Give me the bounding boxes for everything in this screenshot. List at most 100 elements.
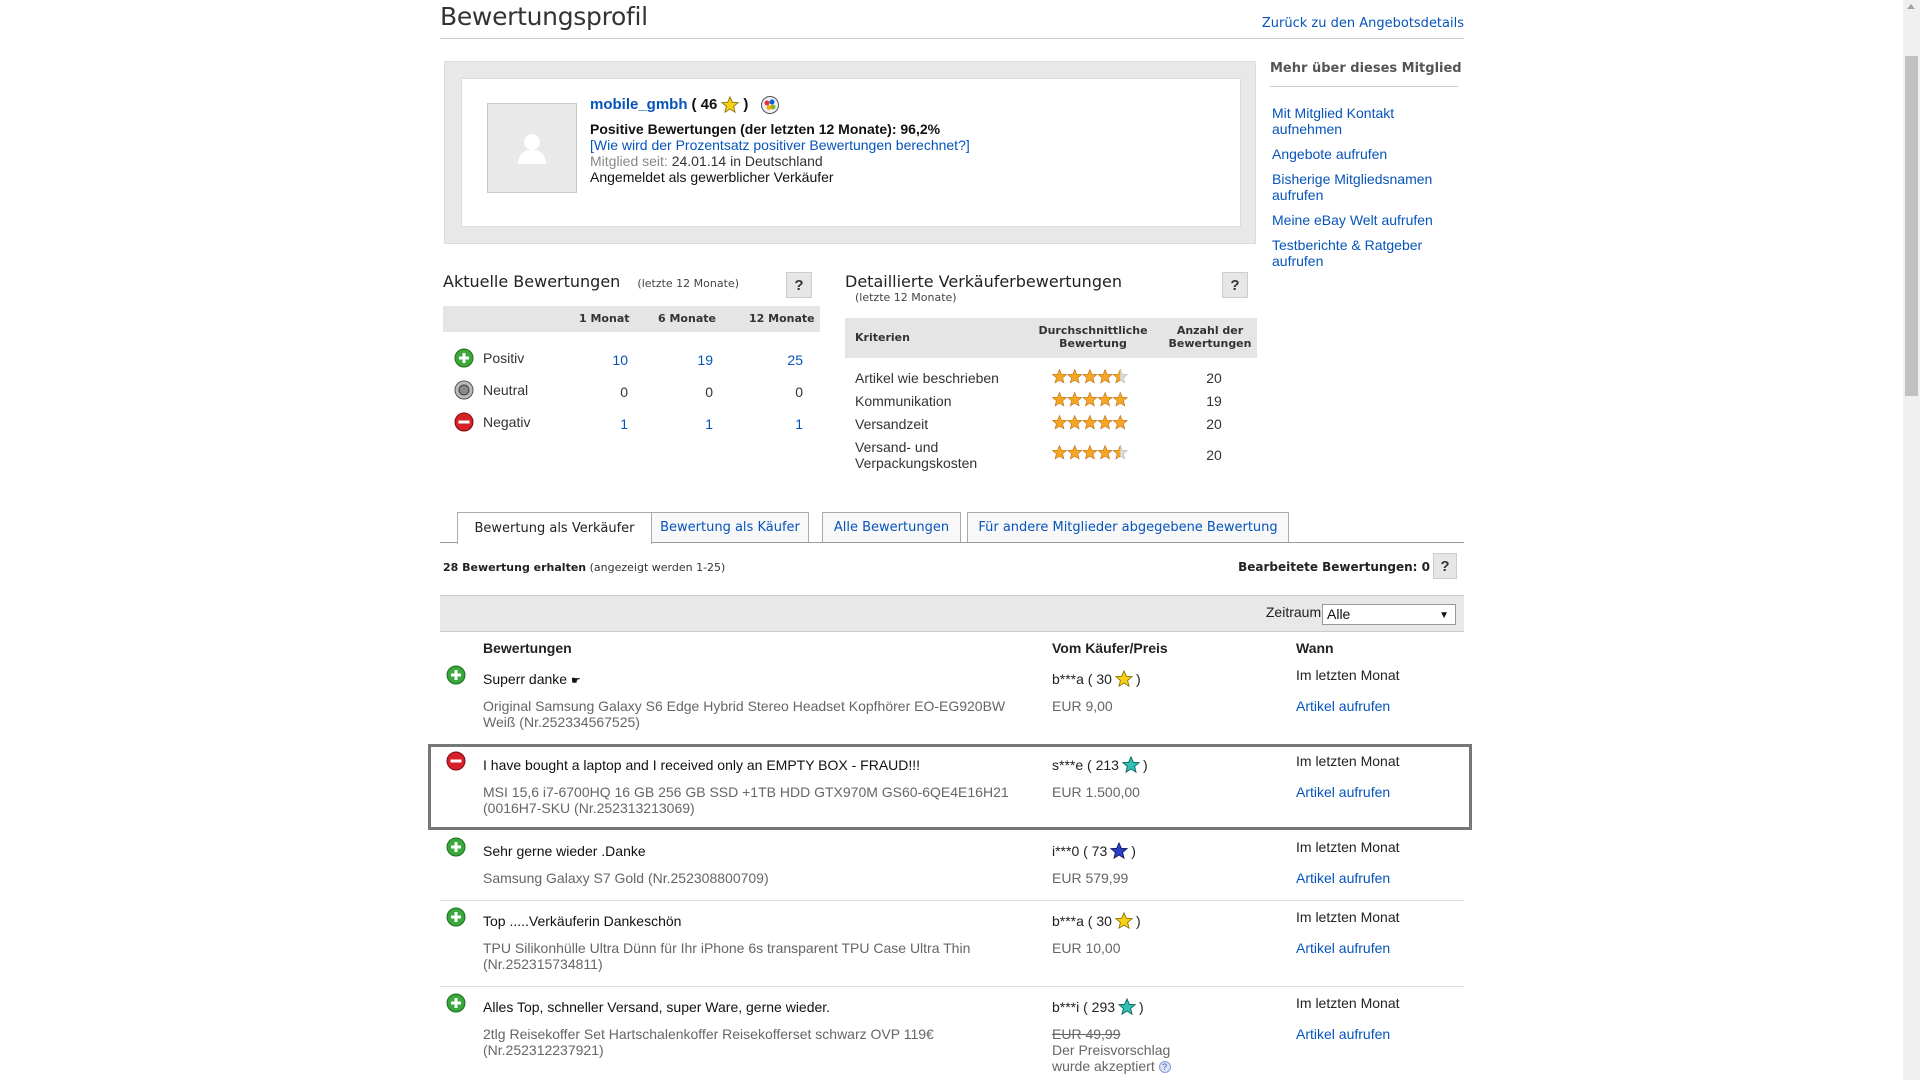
star-icon: [1051, 391, 1068, 407]
page-title: Bewertungsprofil: [440, 2, 648, 31]
member-since: Mitglied seit: 24.01.14 in Deutschland: [590, 153, 970, 169]
rating-stars: [1051, 391, 1129, 410]
more-divider: [1270, 86, 1458, 87]
star-icon: [1110, 842, 1129, 860]
tab-seller-feedback[interactable]: Bewertung als Verkäufer: [457, 512, 652, 544]
neutral-6m: 0: [705, 384, 713, 400]
detailed-row: Versandzeit 20: [845, 414, 1257, 436]
star-icon: [1066, 444, 1083, 460]
star-icon: [1112, 368, 1129, 384]
positive-1m[interactable]: 10: [598, 352, 628, 368]
negative-12m[interactable]: 1: [773, 416, 803, 432]
star-icon: [1097, 391, 1113, 407]
ebay-badge-icon: [761, 96, 780, 114]
feedback-count: 28 Bewertung erhalten (angezeigt werden …: [443, 561, 725, 574]
col-average-line2: Bewertung: [1059, 337, 1127, 350]
detailed-row: Versand- und Verpackungskosten 20: [845, 437, 1257, 473]
row-label: Negativ: [483, 414, 531, 430]
negative-6m[interactable]: 1: [683, 416, 713, 432]
view-item-link[interactable]: Artikel aufrufen: [1296, 940, 1390, 956]
view-listings-link[interactable]: Angebote aufrufen: [1272, 146, 1462, 162]
percentage-calc-link[interactable]: [Wie wird der Prozentsatz positiver Bewe…: [590, 137, 970, 153]
col-when: Wann: [1296, 640, 1334, 656]
tab-buyer-feedback[interactable]: Bewertung als Käufer: [651, 512, 809, 542]
tab-all-feedback[interactable]: Alle Bewertungen: [822, 512, 961, 542]
plus-circle-icon: [446, 993, 466, 1013]
filter-bar: Zeitraum: Alle ▼: [440, 595, 1464, 632]
avatar: [487, 103, 577, 193]
buyer-name: b***a ( 30: [1052, 913, 1112, 929]
star-rating-icon: [1051, 391, 1129, 407]
vertical-scrollbar[interactable]: [1903, 0, 1920, 1080]
star-rating-icon: [1051, 414, 1129, 430]
star-icon: [1066, 391, 1083, 407]
username-link[interactable]: mobile_gmbh: [590, 97, 688, 113]
feedback-item: Samsung Galaxy S7 Gold (Nr.252308800709): [483, 870, 769, 886]
star-icon: [1066, 368, 1083, 384]
positive-12m[interactable]: 25: [773, 352, 803, 368]
detailed-row: Artikel wie beschrieben 20: [845, 368, 1257, 390]
feedback-count-range: (angezeigt werden 1-25): [589, 561, 726, 574]
feedback-comment: Sehr gerne wieder .Danke: [483, 843, 646, 859]
feedback-row: Superr danke ☛ Original Samsung Galaxy S…: [440, 665, 1464, 737]
row-divider: [440, 986, 1464, 987]
header-divider: [440, 38, 1464, 39]
col-criteria: Kriterien: [855, 331, 910, 344]
my-world-link[interactable]: Meine eBay Welt aufrufen: [1272, 212, 1462, 228]
col-average: Durchschnittliche Bewertung: [1033, 324, 1153, 350]
star-icon: [1082, 414, 1098, 430]
dot-circle-icon: [454, 380, 474, 400]
negative-1m[interactable]: 1: [598, 416, 628, 432]
scroll-up-arrow-icon[interactable]: [1907, 4, 1915, 9]
buyer-score-close: ): [1135, 671, 1141, 687]
star-icon: [1051, 444, 1068, 460]
rating-stars: [1051, 444, 1129, 463]
view-item-link[interactable]: Artikel aufrufen: [1296, 870, 1390, 886]
criterion-label: Kommunikation: [855, 393, 952, 409]
feedback-time: Im letzten Monat: [1296, 995, 1400, 1011]
view-item-link[interactable]: Artikel aufrufen: [1296, 698, 1390, 714]
col-feedback: Bewertungen: [483, 640, 572, 656]
row-label: Neutral: [483, 382, 529, 398]
feedback-item: 2tlg Reisekoffer Set Hartschalenkoffer R…: [483, 1026, 934, 1058]
feedback-time: Im letzten Monat: [1296, 909, 1400, 925]
previous-usernames-link[interactable]: Bisherige Mitgliedsnamen aufrufen: [1272, 171, 1462, 203]
more-links: Mit Mitglied Kontakt aufnehmen Angebote …: [1272, 105, 1462, 278]
positive-6m[interactable]: 19: [683, 352, 713, 368]
scrollbar-thumb[interactable]: [1905, 56, 1918, 396]
current-ratings-heading: Aktuelle Bewertungen (letzte 12 Monate): [443, 272, 739, 291]
star-icon: [1114, 912, 1133, 930]
reviews-guides-link[interactable]: Testberichte & Ratgeber aufrufen: [1272, 237, 1462, 269]
star-icon: [1051, 414, 1068, 430]
tab-feedback-left-for-others[interactable]: Für andere Mitglieder abgegebene Bewertu…: [967, 512, 1289, 542]
username-row: mobile_gmbh ( 46 ): [590, 95, 970, 115]
contact-member-link[interactable]: Mit Mitglied Kontakt aufnehmen: [1272, 105, 1462, 137]
detailed-ratings-title: Detaillierte Verkäuferbewertungen: [845, 272, 1122, 291]
rating-stars: [1051, 414, 1129, 433]
current-ratings-header: 1 Monat 6 Monate 12 Monate: [443, 306, 820, 332]
item-price: EUR 579,99: [1052, 870, 1129, 886]
info-icon[interactable]: ?: [1158, 1061, 1171, 1074]
feedback-count-total: 28 Bewertung erhalten: [443, 561, 587, 574]
feedback-row: Top .....Verkäuferin Dankeschön TPU Sili…: [440, 907, 1464, 979]
rating-count: 19: [1206, 393, 1222, 409]
period-select[interactable]: Alle ▼: [1322, 604, 1456, 625]
detailed-ratings-help-button[interactable]: ?: [1222, 272, 1248, 298]
back-to-listing-link[interactable]: Zurück zu den Angebotsdetails: [1262, 16, 1464, 31]
criterion-label: Artikel wie beschrieben: [855, 370, 999, 386]
minus-circle-icon: [454, 412, 474, 432]
current-ratings-help-button[interactable]: ?: [786, 272, 812, 298]
buyer-name: b***i ( 293: [1052, 999, 1116, 1015]
col-6-months: 6 Monate: [658, 312, 716, 325]
offer-accepted-text: Der Preisvorschlag wurde akzeptiert: [1052, 1042, 1171, 1074]
view-item-link[interactable]: Artikel aufrufen: [1296, 1026, 1390, 1042]
item-price: EUR 9,00: [1052, 698, 1113, 714]
person-silhouette-icon: [518, 134, 546, 164]
star-icon: [1082, 444, 1098, 460]
original-price: EUR 49,99: [1052, 1026, 1121, 1042]
col-count-line1: Anzahl der: [1176, 324, 1244, 337]
buyer-id: b***a ( 30 ): [1052, 912, 1141, 930]
feedback-item: Original Samsung Galaxy S6 Edge Hybrid S…: [483, 698, 1006, 730]
edited-help-button[interactable]: ?: [1433, 553, 1457, 579]
profile-panel: mobile_gmbh ( 46 ) Positive Bewertungen …: [444, 61, 1256, 244]
